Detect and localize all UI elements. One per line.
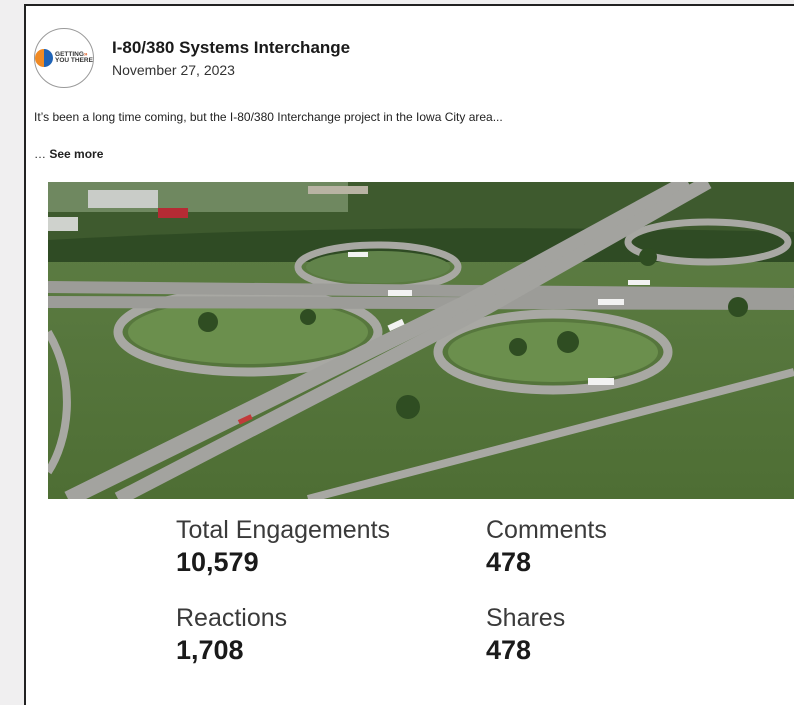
post-photo[interactable]	[48, 182, 794, 499]
post-header-text: I-80/380 Systems Interchange November 27…	[112, 38, 350, 78]
stat-comments: Comments 478	[486, 516, 607, 578]
stat-value-reactions: 1,708	[176, 635, 244, 665]
avatar[interactable]: GETTING» YOU THERE	[34, 28, 94, 88]
stat-label-shares: Shares	[486, 604, 566, 632]
post-title[interactable]: I-80/380 Systems Interchange	[112, 38, 350, 58]
see-more-ellipsis: …	[34, 147, 50, 161]
interchange-aerial-photo	[48, 182, 794, 499]
post-excerpt: It’s been a long time coming, but the I-…	[34, 110, 503, 124]
avatar-logo-line2: YOU THERE	[55, 57, 93, 64]
stat-value-comments: 478	[486, 547, 532, 577]
see-more-label[interactable]: See more	[49, 147, 103, 161]
avatar-logo-text: GETTING» YOU THERE	[55, 51, 93, 65]
post-date[interactable]: November 27, 2023	[112, 62, 350, 78]
post-card: GETTING» YOU THERE I-80/380 Systems Inte…	[24, 4, 794, 705]
stat-label-total-engagements: Total Engagements	[176, 516, 391, 544]
stat-label-comments: Comments	[486, 516, 607, 544]
post-header: GETTING» YOU THERE I-80/380 Systems Inte…	[34, 28, 350, 88]
see-more-link[interactable]: … See more	[34, 147, 103, 161]
stat-value-total-engagements: 10,579	[176, 547, 259, 577]
stat-shares: Shares 478	[486, 604, 565, 666]
stat-value-shares: 478	[486, 635, 532, 665]
stat-label-reactions: Reactions	[176, 604, 288, 632]
getting-you-there-logo-icon	[35, 49, 54, 67]
stat-reactions: Reactions 1,708	[176, 604, 287, 666]
stat-total-engagements: Total Engagements 10,579	[176, 516, 390, 578]
